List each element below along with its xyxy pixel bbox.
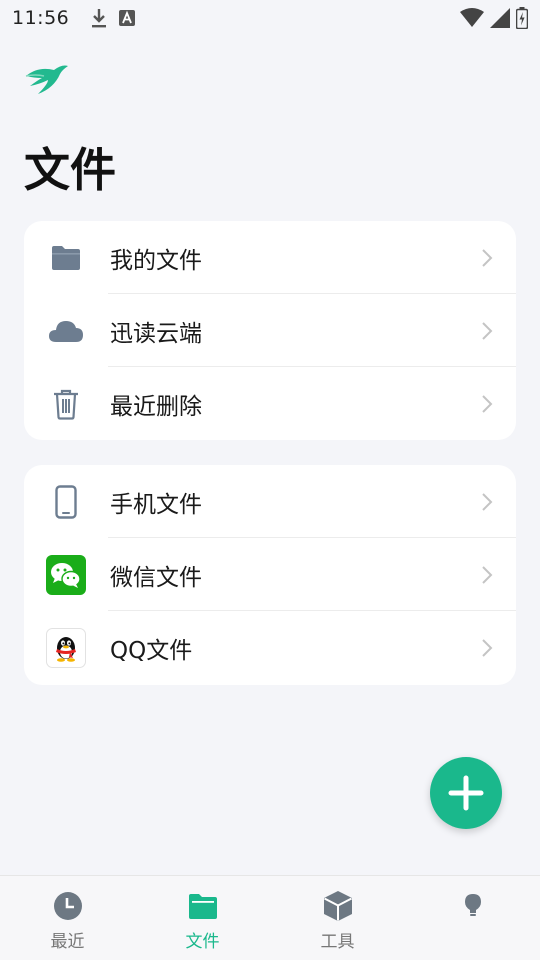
list-item-wechat-files[interactable]: 微信文件 [24, 538, 516, 611]
nav-item-label: 最近 [50, 932, 85, 952]
chevron-right-icon [482, 321, 493, 340]
list-item-label: 我的文件 [110, 247, 202, 274]
plus-icon [448, 775, 484, 811]
list-item-label: 微信文件 [110, 564, 202, 591]
list-item-label: 最近删除 [110, 393, 202, 420]
list-item-my-files[interactable]: 我的文件 [24, 221, 516, 294]
bottom-nav: 最近 文件 工具 [0, 875, 540, 960]
keyboard-a-icon [119, 10, 136, 26]
nav-item-label: 文件 [185, 932, 220, 952]
list-item-phone-files[interactable]: 手机文件 [24, 465, 516, 538]
folder-icon [46, 238, 86, 278]
nav-item-label: 工具 [320, 932, 355, 952]
source-files-card: 手机文件 微信文件 QQ文件 [24, 465, 516, 685]
list-item-label: 迅读云端 [110, 320, 202, 347]
wechat-icon [46, 554, 86, 595]
signal-icon [490, 8, 510, 28]
nav-item-files[interactable]: 文件 [135, 876, 270, 960]
chevron-right-icon [482, 248, 493, 267]
status-bar: 11:56 [0, 0, 540, 36]
chevron-right-icon [482, 492, 493, 511]
chevron-right-icon [482, 394, 493, 413]
status-notification-icons [91, 8, 136, 28]
primary-files-card: 我的文件 迅读云端 最近删除 [24, 221, 516, 440]
lightbulb-icon [457, 890, 489, 922]
trash-icon [46, 384, 86, 424]
folder-icon [187, 890, 219, 922]
list-item-label: 手机文件 [110, 491, 202, 518]
status-time: 11:56 [12, 7, 70, 29]
status-system-icons [460, 7, 528, 29]
download-icon [92, 9, 107, 28]
cloud-icon [46, 311, 86, 351]
page-title: 文件 [24, 143, 116, 197]
list-item-qq-files[interactable]: QQ文件 [24, 611, 516, 684]
nav-item-discover[interactable] [405, 876, 540, 960]
swallow-logo-icon [25, 65, 68, 94]
list-item-recently-deleted[interactable]: 最近删除 [24, 367, 516, 440]
clock-icon [52, 890, 84, 922]
qq-icon [46, 627, 86, 668]
cube-icon [322, 890, 354, 922]
battery-charging-icon [516, 7, 528, 29]
chevron-right-icon [482, 565, 493, 584]
add-button[interactable] [430, 757, 502, 829]
list-item-cloud[interactable]: 迅读云端 [24, 294, 516, 367]
nav-item-recent[interactable]: 最近 [0, 876, 135, 960]
phone-icon [46, 482, 86, 522]
chevron-right-icon [482, 638, 493, 657]
list-item-label: QQ文件 [110, 637, 193, 664]
nav-item-tools[interactable]: 工具 [270, 876, 405, 960]
wifi-icon [460, 8, 484, 27]
